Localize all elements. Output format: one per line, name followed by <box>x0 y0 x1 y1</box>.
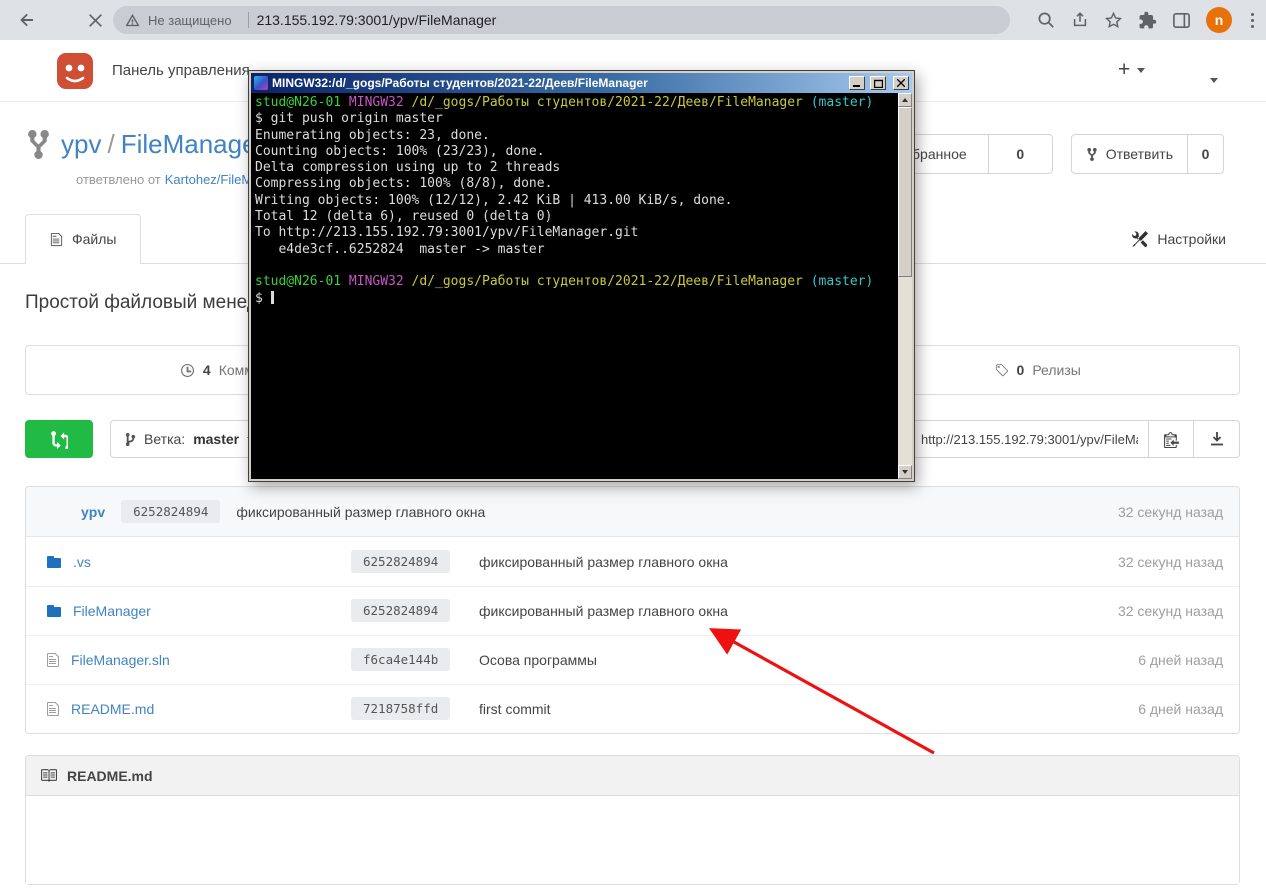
repo-forked-icon <box>28 128 49 161</box>
warning-icon <box>125 13 140 27</box>
table-row: README.md 7218758ffd first commit 6 дней на… <box>26 684 1239 733</box>
back-icon[interactable] <box>16 9 38 31</box>
repo-title: ypv/FileManager <box>28 128 265 161</box>
create-new-button[interactable]: + <box>1118 58 1145 82</box>
readme-body <box>26 796 1239 884</box>
file-icon <box>46 652 60 668</box>
share-icon[interactable] <box>1071 11 1089 29</box>
dashboard-link[interactable]: Панель управления <box>112 62 250 79</box>
commit-message[interactable]: фиксированный размер главного окна <box>479 603 993 619</box>
terminal-titlebar[interactable]: MINGW32:/d/_gogs/Работы студентов/2021-2… <box>251 73 912 93</box>
folder-icon <box>46 554 62 570</box>
readme-panel: README.md <box>25 755 1240 885</box>
book-icon <box>40 767 57 784</box>
repo-owner-link[interactable]: ypv <box>61 129 101 159</box>
copy-url-button[interactable] <box>1148 420 1194 458</box>
chevron-down-icon <box>1210 78 1218 83</box>
branch-selector[interactable]: Ветка:master <box>110 420 270 458</box>
table-row: .vs 6252824894 фиксированный размер главно… <box>26 537 1239 586</box>
browser-toolbar: Не защищено 213.155.192.79:3001/ypv/File… <box>0 0 1266 40</box>
commit-message[interactable]: Осова программы <box>479 652 993 668</box>
commit-message[interactable]: first commit <box>479 701 993 717</box>
fork-count[interactable]: 0 <box>1188 134 1224 174</box>
table-row: FileManager 6252824894 фиксированный разме… <box>26 586 1239 635</box>
commit-sha-badge[interactable]: 6252824894 <box>121 500 220 523</box>
repo-name-link[interactable]: FileManager <box>121 129 266 159</box>
omnibox-divider <box>248 12 249 28</box>
file-icon <box>46 701 60 717</box>
commit-sha-badge[interactable]: 6252824894 <box>351 550 450 573</box>
download-button[interactable] <box>1194 420 1240 458</box>
commit-age: 32 секунд назад <box>1118 504 1223 520</box>
close-button[interactable] <box>893 76 909 90</box>
mingw-window-icon <box>254 76 268 90</box>
tab-settings[interactable]: Настройки <box>1132 214 1226 264</box>
terminal-scrollbar[interactable] <box>898 93 912 479</box>
file-link[interactable]: .vs <box>73 554 91 570</box>
url-text[interactable]: 213.155.192.79:3001/ypv/FileManager <box>257 12 497 28</box>
terminal-output[interactable]: stud@N26-01 MINGW32 /d/_gogs/Работы студ… <box>251 93 898 479</box>
commit-message[interactable]: фиксированный размер главного окна <box>236 504 485 520</box>
file-link[interactable]: FileManager <box>73 603 151 619</box>
plus-icon: + <box>1118 58 1130 82</box>
readme-header: README.md <box>26 756 1239 796</box>
scroll-up-icon[interactable] <box>898 93 912 107</box>
file-link[interactable]: FileManager.sln <box>71 652 170 668</box>
commit-age: 6 дней назад <box>1138 701 1223 717</box>
star-count[interactable]: 0 <box>989 134 1053 174</box>
commit-age: 6 дней назад <box>1138 652 1223 668</box>
terminal-window[interactable]: MINGW32:/d/_gogs/Работы студентов/2021-2… <box>248 70 915 482</box>
chevron-down-icon <box>1137 68 1145 73</box>
clipboard-icon <box>1164 431 1179 448</box>
extensions-icon[interactable] <box>1138 11 1157 30</box>
commit-sha-badge[interactable]: f6ca4e144b <box>351 648 450 671</box>
minimize-button[interactable] <box>849 76 865 90</box>
fork-button[interactable]: Ответвить <box>1071 134 1188 174</box>
profile-avatar[interactable]: n <box>1206 7 1232 33</box>
history-icon <box>180 363 195 378</box>
user-menu-button[interactable] <box>1210 70 1218 88</box>
tools-icon <box>1132 231 1148 247</box>
stop-icon[interactable] <box>84 9 106 31</box>
bookmark-star-icon[interactable] <box>1104 11 1123 30</box>
download-icon <box>1209 431 1225 447</box>
commit-author-link[interactable]: ypv <box>81 504 105 520</box>
maximize-button[interactable] <box>870 76 886 90</box>
folder-icon <box>46 603 62 619</box>
security-label: Не защищено <box>148 13 232 28</box>
compare-button[interactable] <box>25 420 93 458</box>
address-bar[interactable]: Не защищено 213.155.192.79:3001/ypv/File… <box>113 6 1010 34</box>
commit-sha-badge[interactable]: 7218758ffd <box>351 697 450 720</box>
sidepanel-icon[interactable] <box>1172 11 1191 30</box>
fork-icon <box>1086 147 1098 162</box>
terminal-cursor <box>271 291 274 304</box>
commit-sha-badge[interactable]: 6252824894 <box>351 599 450 622</box>
commit-age: 32 секунд назад <box>1118 554 1223 570</box>
commit-message[interactable]: фиксированный размер главного окна <box>479 554 993 570</box>
readme-title: README.md <box>67 768 153 784</box>
browser-menu-icon[interactable] <box>1247 13 1258 28</box>
screen: Не защищено 213.155.192.79:3001/ypv/File… <box>0 0 1266 894</box>
latest-commit-row: ypv 6252824894 фиксированный размер глав… <box>26 487 1239 537</box>
file-link[interactable]: README.md <box>71 701 154 717</box>
table-row: FileManager.sln f6ca4e144b Осова программы… <box>26 635 1239 684</box>
clone-url-input[interactable] <box>910 420 1148 458</box>
file-table-body: .vs 6252824894 фиксированный размер главно… <box>26 537 1239 733</box>
title-separator: / <box>107 129 114 159</box>
terminal-client: stud@N26-01 MINGW32 /d/_gogs/Работы студ… <box>251 93 912 479</box>
zoom-icon[interactable] <box>1037 11 1056 30</box>
commit-age: 32 секунд назад <box>1118 603 1223 619</box>
git-compare-icon <box>51 430 68 449</box>
file-table: ypv 6252824894 фиксированный размер глав… <box>25 486 1240 734</box>
terminal-title: MINGW32:/d/_gogs/Работы студентов/2021-2… <box>272 76 844 90</box>
scroll-down-icon[interactable] <box>898 465 912 479</box>
branch-icon <box>125 432 136 447</box>
tab-files[interactable]: Файлы <box>25 214 141 264</box>
gogs-logo[interactable] <box>55 51 95 91</box>
tag-icon <box>994 363 1009 378</box>
scrollbar-thumb[interactable] <box>898 107 912 277</box>
file-icon <box>50 232 63 247</box>
